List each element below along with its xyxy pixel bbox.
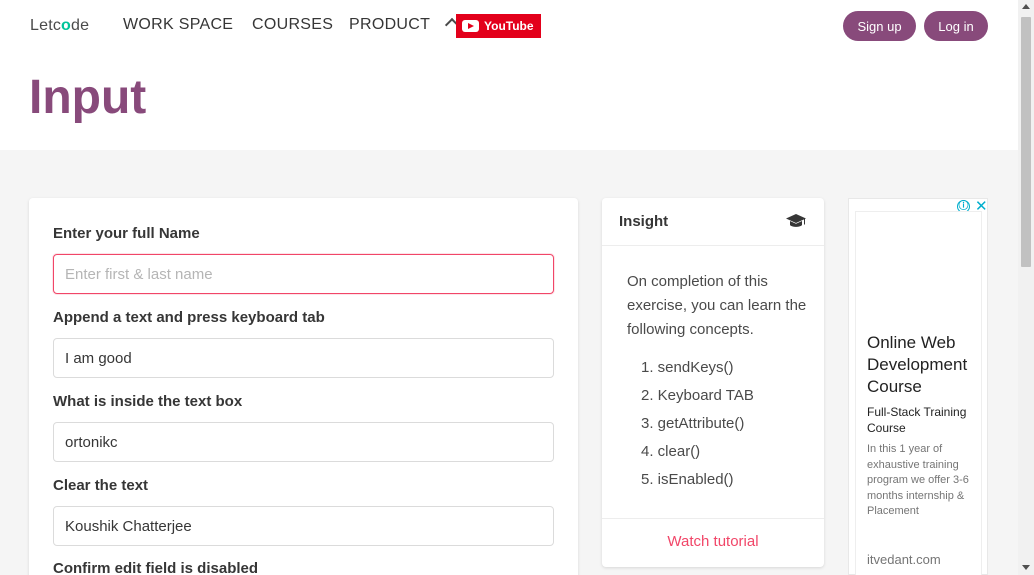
watch-tutorial-link[interactable]: Watch tutorial bbox=[602, 533, 824, 550]
graduation-cap-icon bbox=[786, 214, 806, 227]
concept-item: 3. getAttribute() bbox=[641, 415, 745, 432]
insight-description: On completion of this exercise, you can … bbox=[627, 273, 807, 338]
letcode-logo[interactable]: Letcode bbox=[30, 17, 89, 35]
log-in-button[interactable]: Log in bbox=[924, 11, 988, 41]
nav-work-space[interactable]: WORK SPACE bbox=[123, 16, 233, 34]
input-form-card: Enter your full Name Append a text and p… bbox=[29, 198, 578, 575]
insight-card: Insight On completion of this exercise, … bbox=[602, 198, 824, 567]
insight-header: Insight bbox=[602, 198, 824, 246]
logo-text-suffix: de bbox=[71, 17, 90, 34]
inside-text-input[interactable] bbox=[53, 422, 554, 462]
ad-subtitle: Full-Stack Training Course bbox=[867, 405, 967, 435]
youtube-label: YouTube bbox=[484, 19, 534, 33]
top-navbar: Letcode WORK SPACE COURSES PRODUCT YouTu… bbox=[0, 0, 1018, 150]
sign-up-button[interactable]: Sign up bbox=[843, 11, 916, 41]
page-title: Input bbox=[29, 71, 147, 124]
ad-title[interactable]: Online Web Development Course bbox=[867, 332, 987, 398]
disabled-field-label: Confirm edit field is disabled bbox=[53, 560, 259, 575]
clear-text-input[interactable] bbox=[53, 506, 554, 546]
nav-courses[interactable]: COURSES bbox=[252, 16, 333, 34]
full-name-label: Enter your full Name bbox=[53, 225, 200, 242]
inside-text-label: What is inside the text box bbox=[53, 393, 243, 410]
nav-product[interactable]: PRODUCT bbox=[349, 16, 430, 34]
ad-banner[interactable]: ⓘ ✕ Online Web Development Course Full-S… bbox=[848, 198, 988, 575]
logo-text-prefix: Letc bbox=[30, 17, 62, 34]
scroll-thumb[interactable] bbox=[1021, 17, 1031, 267]
logo-o: o bbox=[61, 17, 72, 34]
insight-title: Insight bbox=[619, 213, 669, 230]
concept-item: 5. isEnabled() bbox=[641, 471, 734, 488]
youtube-button[interactable]: YouTube bbox=[456, 14, 541, 38]
ad-content[interactable]: Online Web Development Course Full-Stack… bbox=[855, 211, 982, 575]
scroll-down-icon[interactable] bbox=[1022, 565, 1030, 570]
youtube-play-icon bbox=[462, 20, 479, 32]
append-text-label: Append a text and press keyboard tab bbox=[53, 309, 325, 326]
scroll-up-icon[interactable] bbox=[1022, 4, 1030, 9]
page-scrollbar[interactable] bbox=[1018, 0, 1034, 575]
ad-domain[interactable]: itvedant.com bbox=[867, 552, 941, 567]
clear-text-label: Clear the text bbox=[53, 477, 149, 494]
concept-item: 1. sendKeys() bbox=[641, 359, 734, 376]
ad-description: In this 1 year of exhaustive training pr… bbox=[867, 443, 969, 517]
insight-footer: Watch tutorial bbox=[602, 518, 824, 567]
concept-item: 4. clear() bbox=[641, 443, 701, 460]
append-text-input[interactable] bbox=[53, 338, 554, 378]
full-name-input[interactable] bbox=[53, 254, 554, 294]
concepts-list: 1. sendKeys() 2. Keyboard TAB 3. getAttr… bbox=[641, 357, 754, 497]
concept-item: 2. Keyboard TAB bbox=[641, 387, 754, 404]
